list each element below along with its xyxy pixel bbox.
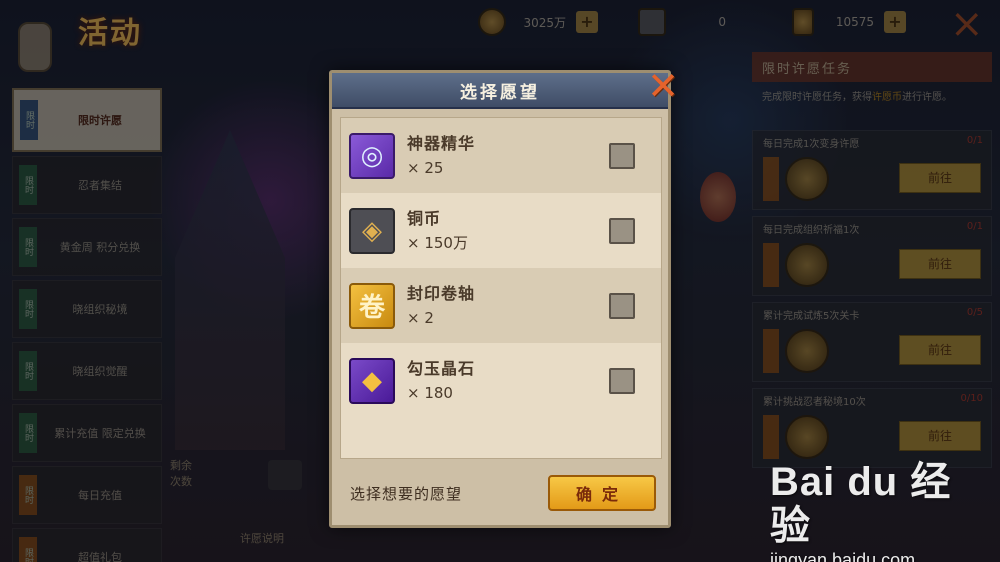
wish-option-text: 勾玉晶石 × 180 (407, 357, 475, 405)
wish-option-checkbox[interactable] (609, 143, 635, 169)
wish-option-text: 封印卷轴 × 2 (407, 282, 475, 330)
wish-option-name: 勾玉晶石 (407, 358, 476, 378)
dialog-header: 选择愿望 (332, 73, 668, 109)
wish-option-checkbox[interactable] (609, 218, 635, 244)
choose-wish-dialog: 选择愿望 ◎ 神器精华 × 25 ◈ 铜币 × 150万 卷 封印卷轴 × 2 (329, 70, 671, 528)
artifact-essence-icon: ◎ (349, 132, 395, 179)
wish-option-name: 封印卷轴 (407, 283, 476, 303)
wish-option-text: 神器精华 × 25 (407, 132, 475, 180)
magatama-crystal-icon: ◆ (349, 357, 395, 404)
wish-option-quantity: × 150万 (407, 233, 468, 252)
wish-option-row[interactable]: ◎ 神器精华 × 25 (341, 118, 661, 193)
wish-option-row[interactable]: ◈ 铜币 × 150万 (341, 193, 661, 268)
wish-option-quantity: × 2 (407, 308, 434, 327)
wish-option-checkbox[interactable] (609, 293, 635, 319)
wish-option-quantity: × 25 (407, 158, 444, 177)
dialog-title: 选择愿望 (460, 82, 540, 103)
wish-option-row[interactable]: 卷 封印卷轴 × 2 (341, 268, 661, 343)
copper-coin-icon: ◈ (349, 207, 395, 254)
watermark-url: jingyan.baidu.com (770, 550, 916, 562)
wish-option-checkbox[interactable] (609, 368, 635, 394)
confirm-button[interactable]: 确定 (548, 475, 656, 511)
baidu-watermark: Bai du 经验 jingyan.baidu.com (770, 460, 990, 562)
wish-option-row[interactable]: ◆ 勾玉晶石 × 180 (341, 343, 661, 418)
watermark-brand: Bai du 经验 (770, 460, 952, 548)
wish-option-name: 神器精华 (407, 133, 476, 153)
wish-option-text: 铜币 × 150万 (407, 207, 468, 255)
wish-option-name: 铜币 (407, 208, 442, 228)
seal-scroll-icon: 卷 (349, 282, 395, 329)
dialog-close-icon[interactable]: ✕ (640, 66, 686, 106)
dialog-hint: 选择想要的愿望 (350, 485, 463, 503)
wish-option-list: ◎ 神器精华 × 25 ◈ 铜币 × 150万 卷 封印卷轴 × 2 ◆ 勾玉晶… (340, 117, 662, 459)
wish-option-quantity: × 180 (407, 383, 453, 402)
